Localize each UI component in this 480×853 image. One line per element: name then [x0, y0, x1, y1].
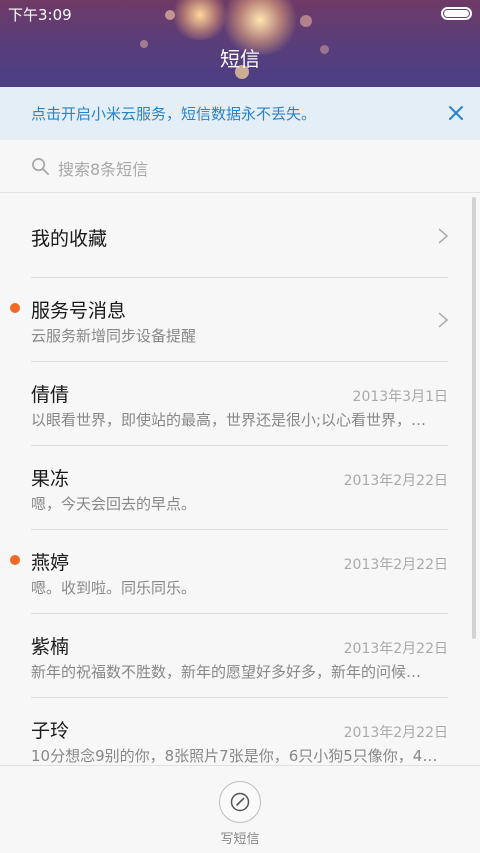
- conversation-name: 倩倩: [31, 384, 70, 406]
- compose-button[interactable]: [219, 781, 261, 823]
- conversation-name: 我的收藏: [31, 228, 108, 250]
- conversation-preview: 嗯。收到啦。同乐同乐。: [31, 579, 197, 597]
- search-input[interactable]: 搜索8条短信: [58, 156, 148, 180]
- unread-dot: [10, 303, 20, 313]
- list-item[interactable]: 紫楠 2013年2月22日 新年的祝福数不胜数，新年的愿望好多好多，新年的问候…: [31, 614, 448, 698]
- conversation-service-messages[interactable]: 服务号消息 云服务新增同步设备提醒: [10, 278, 448, 362]
- chevron-right-icon: [438, 228, 448, 244]
- conversation-name: 服务号消息: [31, 300, 127, 322]
- conversation-date: 2013年2月22日: [343, 473, 448, 489]
- status-time: 下午3:09: [8, 6, 72, 24]
- conversation-favorites[interactable]: 我的收藏: [31, 194, 448, 278]
- search-bar[interactable]: 搜索8条短信: [0, 140, 480, 193]
- bottom-bar: 写短信: [0, 765, 480, 853]
- banner-text[interactable]: 点击开启小米云服务，短信数据永不丢失。: [31, 103, 316, 124]
- unread-dot: [10, 555, 20, 565]
- compose-icon: [230, 792, 250, 812]
- scrollbar[interactable]: [472, 197, 476, 639]
- conversation-name: 子玲: [31, 720, 70, 742]
- page-title: 短信: [220, 47, 260, 71]
- chevron-right-icon: [438, 312, 448, 328]
- bokeh-light: [165, 10, 175, 20]
- conversation-list: 我的收藏 服务号消息 云服务新增同步设备提醒 倩倩 2013年3月1日 以眼看世…: [0, 194, 480, 782]
- conversation-name: 紫楠: [31, 636, 70, 658]
- conversation-date: 2013年3月1日: [352, 389, 448, 405]
- list-item[interactable]: 倩倩 2013年3月1日 以眼看世界，即使站的最高，世界还是很小;以心看世界，…: [31, 362, 448, 446]
- conversation-date: 2013年2月22日: [343, 725, 448, 741]
- conversation-date: 2013年2月22日: [343, 557, 448, 573]
- conversation-preview: 新年的祝福数不胜数，新年的愿望好多好多，新年的问候…: [31, 663, 422, 681]
- list-item[interactable]: 果冻 2013年2月22日 嗯，今天会回去的早点。: [31, 446, 448, 530]
- bokeh-light: [300, 15, 312, 27]
- conversation-preview: 10分想念9别的你，8张照片7张是你，6只小狗5只像你，4…: [31, 747, 438, 765]
- app-header: 下午3:09 短信: [0, 0, 480, 87]
- compose-label[interactable]: 写短信: [0, 828, 480, 847]
- close-icon[interactable]: [448, 105, 464, 121]
- conversation-preview: 嗯，今天会回去的早点。: [31, 495, 197, 513]
- conversation-date: 2013年2月22日: [343, 641, 448, 657]
- conversation-preview: 以眼看世界，即使站的最高，世界还是很小;以心看世界，…: [31, 411, 427, 429]
- conversation-name: 果冻: [31, 468, 70, 490]
- battery-icon: [441, 7, 472, 20]
- conversation-name: 燕婷: [31, 552, 70, 574]
- cloud-service-banner[interactable]: 点击开启小米云服务，短信数据永不丢失。: [0, 87, 480, 140]
- conversation-preview: 云服务新增同步设备提醒: [31, 327, 197, 345]
- search-icon: [32, 158, 49, 175]
- list-item[interactable]: 燕婷 2013年2月22日 嗯。收到啦。同乐同乐。: [10, 530, 448, 614]
